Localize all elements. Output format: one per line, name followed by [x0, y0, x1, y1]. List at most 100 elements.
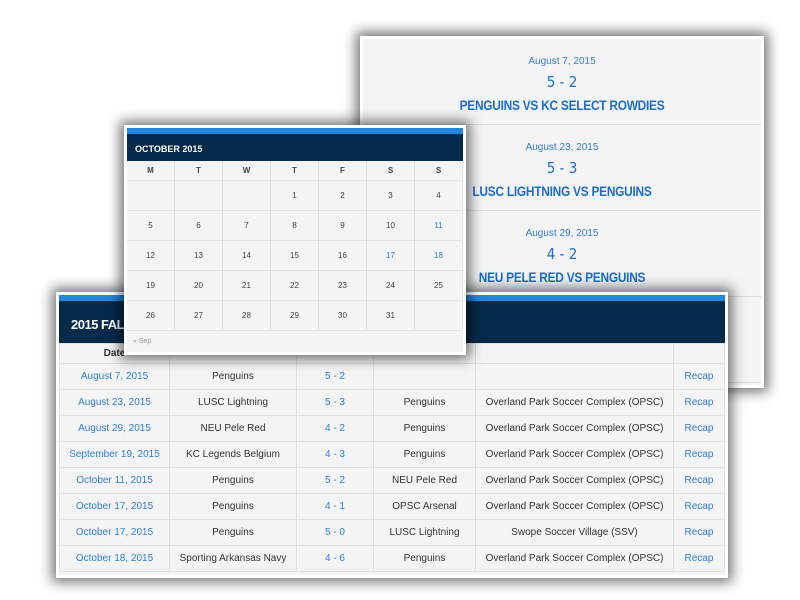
date-cell[interactable]: October 18, 2015: [59, 545, 170, 572]
result-item: August 7, 2015 5 - 2 Penguins vs KC Select…: [363, 39, 761, 125]
calendar-day: [223, 181, 271, 211]
recap-cell[interactable]: Recap: [673, 545, 725, 572]
calendar-day: 10: [367, 211, 415, 241]
table-row: August 23, 2015 LUSC Lightning 5 - 3 Pengui…: [59, 389, 725, 416]
calendar-day: 13: [175, 241, 223, 271]
calendar-day: 3: [367, 181, 415, 211]
location-cell: Overland Park Soccer Complex (OPSC): [475, 545, 674, 572]
result-match[interactable]: Penguins vs KC Select Rowdies: [393, 97, 731, 113]
date-cell[interactable]: September 19, 2015: [59, 441, 170, 468]
location-cell: Swope Soccer Village (SSV): [475, 519, 674, 546]
home-cell: NEU Pele Red: [169, 415, 297, 442]
calendar-day: 23: [319, 271, 367, 301]
score-cell[interactable]: 5 - 0: [296, 519, 374, 546]
date-cell[interactable]: August 7, 2015: [59, 363, 170, 390]
calendar-day: 25: [415, 271, 463, 301]
calendar-day: 20: [175, 271, 223, 301]
location-cell: Overland Park Soccer Complex (OPSC): [475, 389, 674, 416]
date-cell[interactable]: October 17, 2015: [59, 519, 170, 546]
date-cell[interactable]: August 29, 2015: [59, 415, 170, 442]
recap-cell[interactable]: Recap: [673, 467, 725, 494]
table-row: August 29, 2015 NEU Pele Red 4 - 2 Penguins…: [59, 415, 725, 442]
away-cell: OPSC Arsenal: [373, 493, 476, 520]
away-cell: Penguins: [373, 415, 476, 442]
weekday-header: S: [415, 161, 463, 181]
away-cell: Penguins: [373, 389, 476, 416]
table-row: October 17, 2015 Penguins 5 - 0 LUSC Lightn…: [59, 519, 725, 546]
home-cell: KC Legends Belgium: [169, 441, 297, 468]
score-cell[interactable]: 4 - 1: [296, 493, 374, 520]
calendar-day[interactable]: 11: [415, 211, 463, 241]
recap-cell[interactable]: Recap: [673, 415, 725, 442]
score-cell[interactable]: 4 - 6: [296, 545, 374, 572]
away-cell: LUSC Lightning: [373, 519, 476, 546]
result-score[interactable]: 5 - 2: [363, 73, 761, 91]
calendar-day: 19: [127, 271, 175, 301]
away-cell: Penguins: [373, 545, 476, 572]
location-cell: Overland Park Soccer Complex (OPSC): [475, 415, 674, 442]
away-cell: Penguins: [373, 441, 476, 468]
recap-cell[interactable]: Recap: [673, 441, 725, 468]
home-cell: LUSC Lightning: [169, 389, 297, 416]
home-cell: Penguins: [169, 363, 297, 390]
recap-cell[interactable]: Recap: [673, 493, 725, 520]
score-cell[interactable]: 4 - 3: [296, 441, 374, 468]
calendar-day[interactable]: 17: [367, 241, 415, 271]
calendar-day: 22: [271, 271, 319, 301]
calendar-day: 24: [367, 271, 415, 301]
calendar-day: 5: [127, 211, 175, 241]
recap-cell[interactable]: Recap: [673, 519, 725, 546]
weekday-header: M: [127, 161, 175, 181]
home-cell: Sporting Arkansas Navy: [169, 545, 297, 572]
location-cell: Overland Park Soccer Complex (OPSC): [475, 467, 674, 494]
calendar-widget: OCTOBER 2015 M T W T F S S 1 2 3 4 5 6 7 8 9 10 11 12 13 14 1…: [124, 125, 466, 355]
calendar-day: 30: [319, 301, 367, 331]
home-cell: Penguins: [169, 519, 297, 546]
calendar-day: [127, 181, 175, 211]
away-cell: NEU Pele Red: [373, 467, 476, 494]
score-cell[interactable]: 4 - 2: [296, 415, 374, 442]
table-row: September 19, 2015 KC Legends Belgium 4 - …: [59, 441, 725, 468]
calendar-day: 1: [271, 181, 319, 211]
weekday-header: S: [367, 161, 415, 181]
score-cell[interactable]: 5 - 2: [296, 363, 374, 390]
calendar-day: 9: [319, 211, 367, 241]
calendar-day: 28: [223, 301, 271, 331]
away-cell: [373, 363, 476, 390]
calendar-day: 31: [367, 301, 415, 331]
calendar-day: 14: [223, 241, 271, 271]
weekday-header: T: [175, 161, 223, 181]
location-cell: Overland Park Soccer Complex (OPSC): [475, 493, 674, 520]
calendar-day: 4: [415, 181, 463, 211]
table-row: October 11, 2015 Penguins 5 - 2 NEU Pele Re…: [59, 467, 725, 494]
score-cell[interactable]: 5 - 2: [296, 467, 374, 494]
recap-cell[interactable]: Recap: [673, 363, 725, 390]
date-cell[interactable]: August 23, 2015: [59, 389, 170, 416]
calendar-day: 15: [271, 241, 319, 271]
date-cell[interactable]: October 17, 2015: [59, 493, 170, 520]
date-cell[interactable]: October 11, 2015: [59, 467, 170, 494]
table-row: August 7, 2015 Penguins 5 - 2 Recap: [59, 363, 725, 390]
weekday-header: W: [223, 161, 271, 181]
calendar-day: 6: [175, 211, 223, 241]
score-cell[interactable]: 5 - 3: [296, 389, 374, 416]
schedule-table: Date August 7, 2015 Penguins 5 - 2 Recap Aug…: [59, 343, 725, 572]
table-row: October 17, 2015 Penguins 4 - 1 OPSC Arsena…: [59, 493, 725, 520]
weekday-header: T: [271, 161, 319, 181]
calendar-day: 8: [271, 211, 319, 241]
calendar-day: 26: [127, 301, 175, 331]
location-cell: Overland Park Soccer Complex (OPSC): [475, 441, 674, 468]
calendar-day: 16: [319, 241, 367, 271]
prev-month-link[interactable]: « Sep: [133, 338, 151, 345]
recap-cell[interactable]: Recap: [673, 389, 725, 416]
calendar-day[interactable]: 18: [415, 241, 463, 271]
calendar-day: 2: [319, 181, 367, 211]
calendar-day: [175, 181, 223, 211]
calendar-day: [415, 301, 463, 331]
home-cell: Penguins: [169, 467, 297, 494]
calendar-day: 29: [271, 301, 319, 331]
location-cell: [475, 363, 674, 390]
calendar-day: 27: [175, 301, 223, 331]
result-date[interactable]: August 7, 2015: [363, 56, 761, 67]
calendar-day: 21: [223, 271, 271, 301]
